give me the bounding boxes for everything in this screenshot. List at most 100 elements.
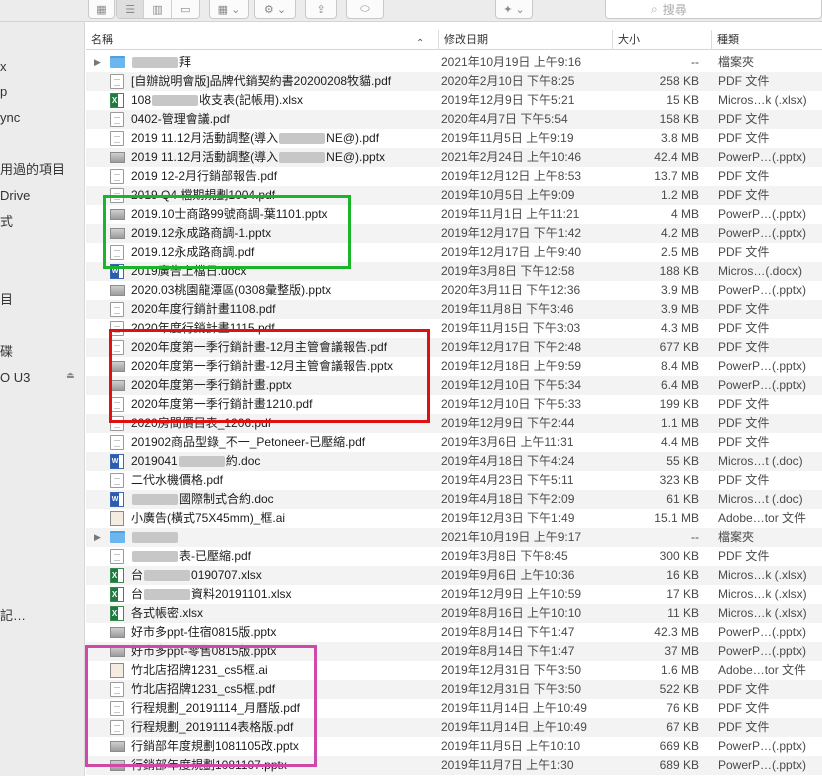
file-row[interactable]: ▶ 拜 2021年10月19日 上午9:16 -- 檔案夾: [86, 53, 822, 72]
file-row[interactable]: 2019廣告上檔日.docx 2019年3月8日 下午12:58 188 KB Mic…: [86, 262, 822, 281]
disclosure-triangle-icon[interactable]: ▶: [94, 528, 101, 547]
modified-date: 2019年8月14日 下午1:47: [441, 625, 575, 639]
file-row[interactable]: 小廣告(橫式75X45mm)_框.ai 2019年12月3日 下午1:49 15.1…: [86, 509, 822, 528]
file-row[interactable]: 行銷部年度規劃1081105改.pptx 2019年11月5日 上午10:10 66…: [86, 737, 822, 756]
file-size: 677 KB: [659, 340, 699, 354]
file-kind: PowerP…(.pptx): [718, 207, 807, 221]
modified-date: 2019年12月9日 下午5:21: [441, 93, 575, 107]
file-row[interactable]: 2019 12-2月行銷部報告.pdf 2019年12月12日 上午8:53 13.…: [86, 167, 822, 186]
file-row[interactable]: [自辦說明會版]品牌代銷契約書20200208牧貓.pdf 2020年2月10日 …: [86, 72, 822, 91]
file-row[interactable]: 2020年度第一季行銷計畫-12月主管會議報告.pptx 2019年12月18日 …: [86, 357, 822, 376]
action-button[interactable]: ⚙ ⌄: [254, 0, 296, 19]
file-name: 2019.12永成路商調.pdf: [131, 243, 436, 262]
file-row[interactable]: ▶ 2021年10月19日 上午9:17 -- 檔案夾: [86, 528, 822, 547]
file-row[interactable]: 2019 11.12月活動調整(導入 NE@).pdf 2019年11月5日 上午9…: [86, 129, 822, 148]
modified-date: 2019年12月17日 上午9:40: [441, 245, 582, 259]
search-field[interactable]: ⌕ 搜尋: [605, 0, 822, 19]
file-row[interactable]: 好市多ppt-零售0815版.pptx 2019年8月14日 下午1:47 37 M…: [86, 642, 822, 661]
group-button[interactable]: ▦ ⌄: [209, 0, 249, 19]
file-row[interactable]: 2020年度第一季行銷計畫-12月主管會議報告.pdf 2019年12月17日 下…: [86, 338, 822, 357]
file-row[interactable]: 國際制式合約.doc 2019年4月18日 下午2:09 61 KB Micros…t…: [86, 490, 822, 509]
file-size: 300 KB: [659, 549, 699, 563]
file-row[interactable]: 竹北店招牌1231_cs5框.pdf 2019年12月31日 下午3:50 522 …: [86, 680, 822, 699]
disclosure-triangle-icon[interactable]: ▶: [94, 53, 101, 72]
file-row[interactable]: 好市多ppt-住宿0815版.pptx 2019年8月14日 下午1:47 42.3…: [86, 623, 822, 642]
file-name-text: 2020房間價目表_1206.pdf: [131, 416, 272, 430]
file-kind: PDF 文件: [718, 701, 770, 715]
file-row[interactable]: 108 收支表(記帳用).xlsx 2019年12月9日 下午5:21 15 KB Mi…: [86, 91, 822, 110]
view-icons-button[interactable]: ▦: [88, 0, 115, 19]
file-row[interactable]: 各式帳密.xlsx 2019年8月16日 上午10:10 11 KB Micros…k…: [86, 604, 822, 623]
file-kind: PDF 文件: [718, 549, 770, 563]
modified-date: 2019年12月18日 上午9:59: [441, 359, 582, 373]
file-row[interactable]: 0402-管理會議.pdf 2020年4月7日 下午5:54 158 KB PDF 文…: [86, 110, 822, 129]
file-size: 1.6 MB: [660, 663, 699, 677]
file-size: 669 KB: [659, 739, 699, 753]
sidebar-item[interactable]: ync: [0, 108, 20, 128]
file-row[interactable]: 竹北店招牌1231_cs5框.ai 2019年12月31日 下午3:50 1.6 M…: [86, 661, 822, 680]
file-row[interactable]: 2019 Q4 檔期規劃1004.pdf 2019年10月5日 上午9:09 1.2…: [86, 186, 822, 205]
file-kind: Micros…(.docx): [718, 264, 803, 278]
file-name: 好市多ppt-住宿0815版.pptx: [131, 623, 436, 642]
file-row[interactable]: 2020房間價目表_1206.pdf 2019年12月9日 下午2:44 1.1 M…: [86, 414, 822, 433]
file-row[interactable]: 2020年度第一季行銷計畫1210.pdf 2019年12月10日 下午5:33 1…: [86, 395, 822, 414]
file-kind: PDF 文件: [718, 302, 770, 316]
sidebar-item-drive[interactable]: Drive: [0, 186, 30, 206]
sidebar-item[interactable]: 記…: [0, 606, 26, 626]
file-name-text: 台: [131, 568, 144, 582]
file-size: 3.9 MB: [660, 302, 699, 316]
sidebar-item[interactable]: p: [0, 82, 7, 102]
file-name: 行程規劃_20191114_月曆版.pdf: [131, 699, 436, 718]
sidebar-item[interactable]: 目: [0, 290, 13, 310]
sidebar-item-recents[interactable]: 用過的項目: [0, 160, 65, 180]
file-name: 2020年度行銷計畫1108.pdf: [131, 300, 436, 319]
column-name-label: 名稱: [91, 34, 113, 46]
column-kind-header[interactable]: 種類: [711, 30, 822, 50]
file-row[interactable]: 201902商品型錄_不一_Petoneer-已壓縮.pdf 2019年3月6日 …: [86, 433, 822, 452]
modified-date: 2019年11月5日 上午9:19: [441, 131, 574, 145]
list-view-button[interactable]: ☰: [117, 0, 145, 18]
eject-icon[interactable]: ⏏: [66, 370, 75, 381]
file-row[interactable]: 行銷部年度規劃1081107.pptx 2019年11月7日 上午1:30 689 …: [86, 756, 822, 775]
modified-date: 2019年11月5日 上午10:10: [441, 739, 581, 753]
dropbox-button[interactable]: ✦ ⌄: [495, 0, 533, 19]
column-size-header[interactable]: 大小: [612, 30, 709, 50]
file-row[interactable]: 2020年度第一季行銷計畫.pptx 2019年12月10日 下午5:34 6.4 …: [86, 376, 822, 395]
column-name-header[interactable]: 名稱 ⌃: [86, 30, 436, 50]
sidebar-item[interactable]: x: [0, 57, 7, 77]
file-size: 1.1 MB: [660, 416, 699, 430]
file-name-text: 拜: [179, 55, 192, 69]
file-row[interactable]: 2019041 約.doc 2019年4月18日 下午4:24 55 KB Micros…: [86, 452, 822, 471]
file-row[interactable]: 2019.12永成路商調.pdf 2019年12月17日 上午9:40 2.5 MB…: [86, 243, 822, 262]
file-row[interactable]: 2020.03桃園龍潭區(0308彙整版).pptx 2020年3月11日 下午1…: [86, 281, 822, 300]
gallery-icon: ▭: [180, 3, 191, 16]
file-row[interactable]: 行程規劃_20191114_月曆版.pdf 2019年11月14日 上午10:49…: [86, 699, 822, 718]
share-button[interactable]: ⇪: [305, 0, 337, 19]
modified-date: 2019年3月6日 上午11:31: [441, 435, 574, 449]
file-row[interactable]: 台 0190707.xlsx 2019年9月6日 上午10:36 16 KB Micro…: [86, 566, 822, 585]
sidebar-item[interactable]: 式: [0, 212, 13, 232]
column-date-header[interactable]: 修改日期: [438, 30, 610, 50]
file-row[interactable]: 行程規劃_20191114表格版.pdf 2019年11月14日 上午10:49 6…: [86, 718, 822, 737]
sidebar-item-u3[interactable]: O U3: [0, 368, 30, 388]
sidebar-item-disk[interactable]: 碟: [0, 342, 13, 362]
modified-date: 2019年11月14日 上午10:49: [441, 720, 587, 734]
file-row[interactable]: 2019.12永成路商調-1.pptx 2019年12月17日 下午1:42 4.2…: [86, 224, 822, 243]
file-row[interactable]: 表-已壓縮.pdf 2019年3月8日 下午8:45 300 KB PDF 文件: [86, 547, 822, 566]
modified-date: 2019年12月10日 下午5:34: [441, 378, 582, 392]
pdf-file-icon: [110, 340, 124, 355]
file-row[interactable]: 2020年度行銷計畫1108.pdf 2019年11月8日 下午3:46 3.9 M…: [86, 300, 822, 319]
file-name-text: 2019.10士商路99號商調-葉1101.pptx: [131, 207, 328, 221]
file-name-text: 2019廣告上檔日.docx: [131, 264, 247, 278]
column-view-button[interactable]: ▥: [144, 0, 172, 18]
file-row[interactable]: 2019 11.12月活動調整(導入 NE@).pptx 2021年2月24日 上午…: [86, 148, 822, 167]
file-row[interactable]: 二代水機價格.pdf 2019年4月23日 下午5:11 323 KB PDF 文件: [86, 471, 822, 490]
file-row[interactable]: 台 資料20191101.xlsx 2019年12月9日 上午10:59 17 KB M…: [86, 585, 822, 604]
tags-button[interactable]: ⬭: [346, 0, 384, 19]
column-header: 名稱 ⌃ 修改日期 大小 種類: [86, 30, 822, 50]
file-row[interactable]: 2019.10士商路99號商調-葉1101.pptx 2019年11月1日 上午1…: [86, 205, 822, 224]
gallery-view-button[interactable]: ▭: [172, 0, 199, 18]
file-size: 76 KB: [666, 701, 699, 715]
file-name-text: 2020年度第一季行銷計畫-12月主管會議報告.pdf: [131, 340, 388, 354]
file-row[interactable]: 2020年度行銷計畫1115.pdf 2019年11月15日 下午3:03 4.3 …: [86, 319, 822, 338]
